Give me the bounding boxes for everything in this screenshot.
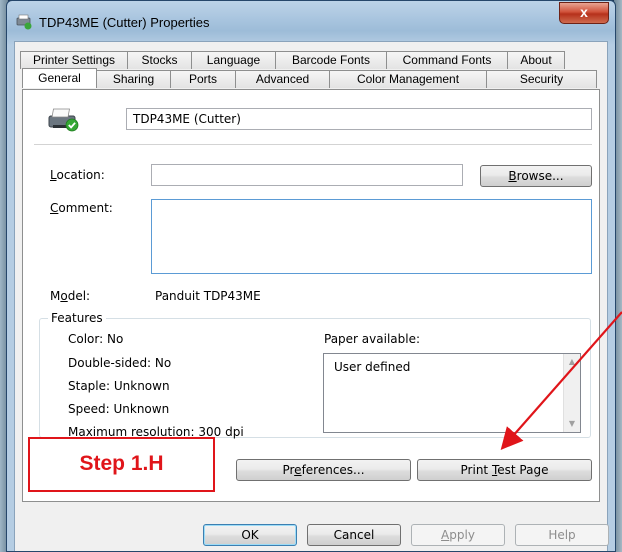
- tab-general[interactable]: General: [22, 68, 97, 88]
- paper-available-label: Paper available:: [324, 332, 421, 346]
- tab-row-front: General Sharing Ports Advanced Color Man…: [22, 68, 597, 88]
- feature-staple: Staple: Unknown: [68, 379, 170, 393]
- preferences-button[interactable]: Preferences...: [236, 459, 411, 481]
- ok-button[interactable]: OK: [203, 524, 297, 546]
- tab-about[interactable]: About: [507, 51, 565, 69]
- feature-speed: Speed: Unknown: [68, 402, 170, 416]
- separator-line: [34, 144, 592, 145]
- paper-available-list[interactable]: User defined ▲ ▼: [323, 353, 581, 433]
- scroll-down-icon[interactable]: ▼: [564, 416, 580, 432]
- cancel-button[interactable]: Cancel: [307, 524, 401, 546]
- model-label: Model:: [50, 289, 91, 303]
- features-group: Features Color: No Double-sided: No Stap…: [39, 311, 591, 439]
- browse-button[interactable]: Browse...: [480, 165, 592, 187]
- comment-textarea[interactable]: [151, 199, 592, 274]
- tab-stocks[interactable]: Stocks: [127, 51, 192, 69]
- tab-printer-settings[interactable]: Printer Settings: [20, 51, 128, 69]
- tab-advanced[interactable]: Advanced: [235, 70, 330, 88]
- printer-name-field[interactable]: TDP43ME (Cutter): [126, 108, 592, 130]
- features-legend: Features: [48, 311, 106, 325]
- paper-list-item[interactable]: User defined: [334, 360, 410, 374]
- step-annotation-box: Step 1.H: [28, 437, 215, 492]
- help-button[interactable]: Help: [515, 524, 609, 546]
- paper-list-scrollbar[interactable]: ▲ ▼: [563, 354, 580, 432]
- tab-barcode-fonts[interactable]: Barcode Fonts: [275, 51, 387, 69]
- tab-ports[interactable]: Ports: [170, 70, 236, 88]
- print-test-page-button[interactable]: Print Test Page: [417, 459, 592, 481]
- tab-color-management[interactable]: Color Management: [329, 70, 487, 88]
- model-value: Panduit TDP43ME: [155, 289, 261, 303]
- feature-double-sided: Double-sided: No: [68, 356, 172, 370]
- tab-sharing[interactable]: Sharing: [96, 70, 171, 88]
- comment-label: Comment:: [50, 201, 113, 215]
- feature-color: Color: No: [68, 332, 124, 346]
- tab-language[interactable]: Language: [191, 51, 276, 69]
- printer-icon: [48, 108, 79, 132]
- location-input[interactable]: [151, 164, 463, 186]
- window-title: TDP43ME (Cutter) Properties: [39, 15, 210, 30]
- scroll-up-icon[interactable]: ▲: [564, 354, 580, 370]
- tab-row-back: Printer Settings Stocks Language Barcode…: [20, 51, 565, 69]
- printer-title-icon: [16, 14, 32, 30]
- apply-button[interactable]: Apply: [411, 524, 505, 546]
- tab-security[interactable]: Security: [486, 70, 597, 88]
- location-label: Location:: [50, 168, 105, 182]
- title-bar[interactable]: TDP43ME (Cutter) Properties x: [7, 1, 615, 43]
- close-button[interactable]: x: [559, 2, 609, 24]
- tab-command-fonts[interactable]: Command Fonts: [386, 51, 508, 69]
